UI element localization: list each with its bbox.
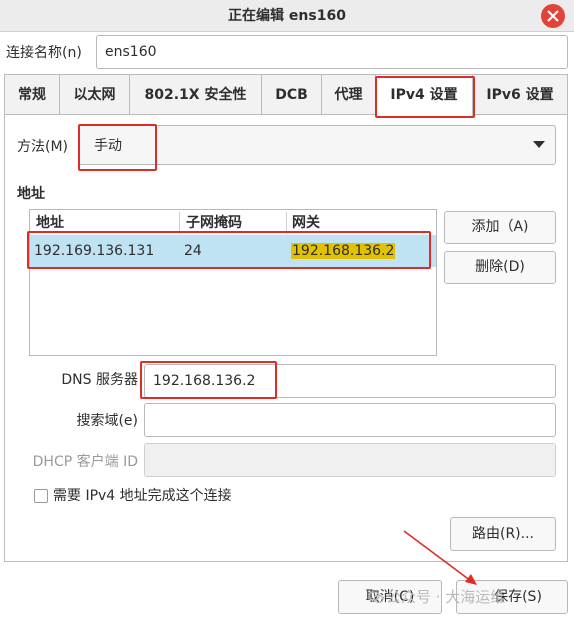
tab-8021x-security[interactable]: 802.1X 安全性 bbox=[129, 74, 262, 114]
close-button[interactable] bbox=[541, 4, 565, 28]
connection-name-label: 连接名称(n) bbox=[6, 45, 82, 61]
tab-ipv6-settings[interactable]: IPv6 设置 bbox=[472, 74, 568, 114]
dropdown-arrow-icon bbox=[533, 141, 545, 148]
address-section-title: 地址 bbox=[17, 186, 45, 202]
connection-name-input[interactable]: ens160 bbox=[96, 35, 568, 69]
close-icon bbox=[547, 10, 559, 22]
ipv4-tab-highlight bbox=[375, 76, 475, 118]
dhcp-client-id-label: DHCP 客户端 ID bbox=[32, 454, 138, 470]
window-title: 正在编辑 ens160 bbox=[228, 8, 346, 24]
tab-ethernet[interactable]: 以太网 bbox=[59, 74, 130, 114]
add-address-button[interactable]: 添加（A) bbox=[444, 211, 556, 244]
wechat-icon bbox=[368, 591, 384, 604]
require-ipv4-checkbox[interactable] bbox=[34, 489, 48, 503]
tab-baseline bbox=[473, 114, 568, 115]
method-label: 方法(M) bbox=[17, 139, 69, 155]
delete-address-button[interactable]: 删除(D) bbox=[444, 251, 556, 284]
watermark: 公众号 · 大海运维 bbox=[368, 587, 505, 607]
tab-baseline bbox=[4, 114, 375, 115]
dhcp-client-id-input[interactable] bbox=[144, 443, 556, 477]
watermark-text: 公众号 · 大海运维 bbox=[386, 588, 506, 606]
tab-dcb[interactable]: DCB bbox=[261, 74, 322, 114]
tab-proxy[interactable]: 代理 bbox=[321, 74, 376, 114]
search-domain-input[interactable] bbox=[144, 403, 556, 437]
address-row-highlight bbox=[27, 231, 431, 269]
annotation-arrow-icon bbox=[403, 530, 477, 585]
search-domain-label: 搜索域(e) bbox=[76, 413, 138, 429]
tab-general[interactable]: 常规 bbox=[4, 74, 60, 114]
dns-highlight bbox=[140, 361, 277, 399]
require-ipv4-label: 需要 IPv4 地址完成这个连接 bbox=[53, 488, 232, 504]
dns-label: DNS 服务器 bbox=[61, 372, 138, 388]
method-highlight bbox=[78, 124, 157, 171]
